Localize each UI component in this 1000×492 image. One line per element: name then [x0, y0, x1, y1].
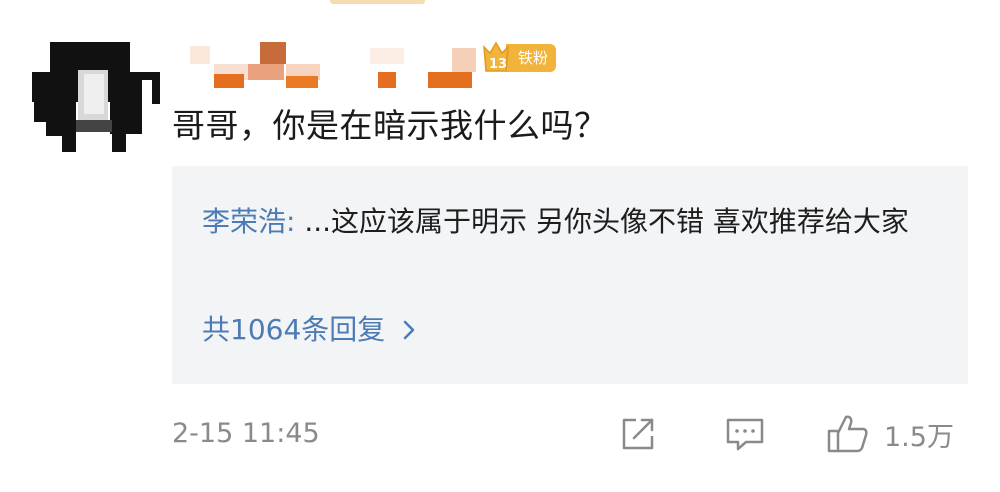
reply-text: ...这应该属于明示 另你头像不错 喜欢推荐给大家: [304, 205, 909, 238]
reply-username-link[interactable]: 李荣浩: [202, 205, 286, 238]
reply-separator: :: [286, 205, 305, 238]
view-replies-link[interactable]: 共1064条回复: [202, 310, 415, 350]
avatar[interactable]: [32, 42, 162, 154]
comment-icon: [724, 414, 766, 454]
reply-count-label: 共1064条回复: [202, 313, 386, 346]
reply-preview-box[interactable]: 李荣浩: ...这应该属于明示 另你头像不错 喜欢推荐给大家 共1064条回复: [172, 166, 968, 384]
comment-timestamp: 2-15 11:45: [172, 418, 320, 449]
top-edge-highlight: [330, 0, 425, 4]
share-button[interactable]: [618, 410, 658, 458]
reply-preview-line: 李荣浩: ...这应该属于明示 另你头像不错 喜欢推荐给大家: [202, 194, 942, 250]
svg-text:13: 13: [489, 57, 507, 72]
like-count: 1.5万: [884, 421, 954, 453]
comment-button[interactable]: [724, 410, 766, 458]
fan-badge-icon: 13: [480, 41, 512, 75]
fan-badge-label: 铁粉: [506, 44, 557, 72]
fan-badge: 13 铁粉: [480, 41, 562, 75]
like-button[interactable]: 1.5万: [826, 410, 954, 458]
share-icon: [618, 414, 658, 454]
thumbs-up-icon: [826, 413, 870, 455]
chevron-right-icon: [403, 320, 415, 340]
username-pixelated[interactable]: [190, 42, 480, 94]
comment-text: 哥哥，你是在暗示我什么吗？: [172, 106, 608, 145]
